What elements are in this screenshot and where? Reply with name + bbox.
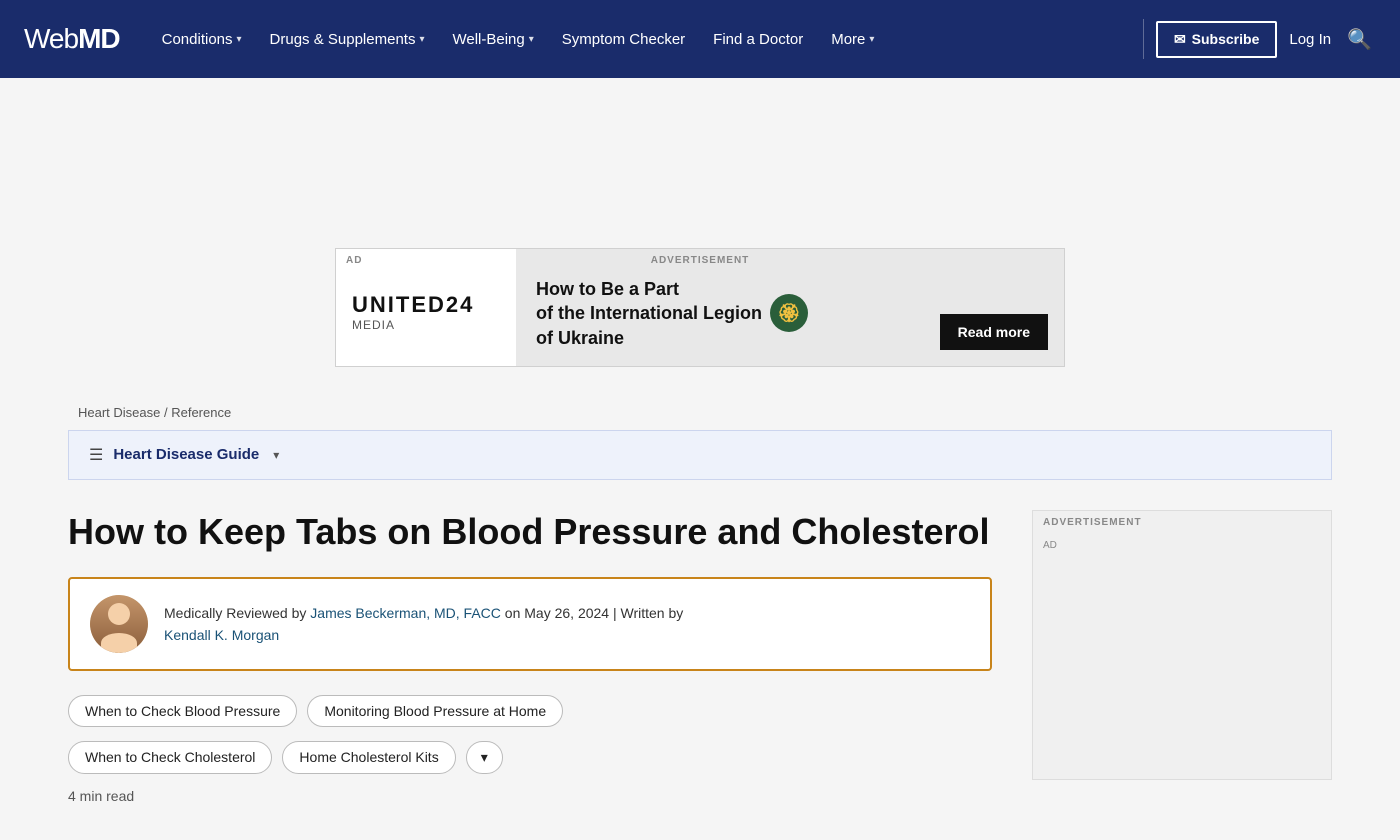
tags-row-2: When to Check Cholesterol Home Cholester… xyxy=(68,741,992,774)
sidebar-advertisement-label: ADVERTISEMENT xyxy=(1033,511,1331,534)
written-by-prefix: | Written by xyxy=(609,605,683,621)
breadcrumb-separator: / xyxy=(160,405,171,420)
breadcrumb-heart-disease[interactable]: Heart Disease xyxy=(78,405,160,420)
tags-row-1: When to Check Blood Pressure Monitoring … xyxy=(68,695,992,727)
read-more-button[interactable]: Read more xyxy=(940,314,1048,350)
reviewer-link[interactable]: James Beckerman, MD, FACC xyxy=(310,605,501,621)
author-box: Medically Reviewed by James Beckerman, M… xyxy=(68,577,992,671)
read-time: 4 min read xyxy=(68,788,992,804)
guide-bar-icon: ☰ xyxy=(89,445,103,465)
subscribe-label: Subscribe xyxy=(1192,31,1260,47)
drugs-chevron-icon: ▾ xyxy=(419,34,424,45)
tag-more-button[interactable]: ▾ xyxy=(466,741,503,774)
nav-find-doctor-label: Find a Doctor xyxy=(713,31,803,48)
sidebar-ad: ADVERTISEMENT AD xyxy=(1032,510,1332,780)
wellbeing-chevron-icon: ▾ xyxy=(529,34,534,45)
nav-more-label: More xyxy=(831,31,865,48)
nav-symptom-checker-label: Symptom Checker xyxy=(562,31,685,48)
ad-logo-line1: UNITED24 xyxy=(352,294,474,316)
nav-divider xyxy=(1143,19,1144,59)
ad-top-space xyxy=(0,78,1400,238)
tag-monitoring[interactable]: Monitoring Blood Pressure at Home xyxy=(307,695,563,727)
guide-bar-label: Heart Disease Guide xyxy=(113,446,259,463)
ad-icon: 🏵 xyxy=(770,294,808,332)
review-date: on May 26, 2024 xyxy=(501,605,609,621)
author-link[interactable]: Kendall K. Morgan xyxy=(164,627,279,643)
nav-drugs[interactable]: Drugs & Supplements ▾ xyxy=(256,0,439,78)
site-logo[interactable]: WebMD xyxy=(24,23,120,55)
avatar-image xyxy=(90,595,148,653)
medical-review-prefix: Medically Reviewed by xyxy=(164,605,310,621)
more-chevron-icon: ▾ xyxy=(869,34,874,45)
content-area: AD ADVERTISEMENT UNITED24 MEDIA How to B… xyxy=(0,78,1400,804)
tag-cholesterol[interactable]: When to Check Cholesterol xyxy=(68,741,272,774)
avatar xyxy=(90,595,148,653)
nav-items: Conditions ▾ Drugs & Supplements ▾ Well-… xyxy=(148,0,1131,78)
advertisement-label: ADVERTISEMENT xyxy=(651,255,750,266)
guide-bar[interactable]: ☰ Heart Disease Guide ▾ xyxy=(68,430,1332,480)
ad-cta-area: Read more xyxy=(924,249,1064,366)
guide-bar-chevron-icon: ▾ xyxy=(273,448,279,462)
author-info: Medically Reviewed by James Beckerman, M… xyxy=(164,602,683,647)
ad-body-text: How to Be a Partof the International Leg… xyxy=(516,249,924,366)
sidebar-column: ADVERTISEMENT AD xyxy=(1032,510,1332,804)
nav-drugs-label: Drugs & Supplements xyxy=(270,31,416,48)
tag-home-kits[interactable]: Home Cholesterol Kits xyxy=(282,741,455,774)
search-icon: 🔍 xyxy=(1347,29,1372,51)
ad-banner: AD ADVERTISEMENT UNITED24 MEDIA How to B… xyxy=(335,248,1065,367)
subscribe-button[interactable]: ✉ Subscribe xyxy=(1156,21,1277,58)
tag-blood-pressure[interactable]: When to Check Blood Pressure xyxy=(68,695,297,727)
login-button[interactable]: Log In xyxy=(1289,31,1331,48)
ad-logo-area: UNITED24 MEDIA xyxy=(336,249,516,366)
logo-web: Web xyxy=(24,23,78,54)
nav-actions: ✉ Subscribe Log In 🔍 xyxy=(1156,21,1376,58)
ad-label: AD xyxy=(346,255,362,266)
sidebar-ad-label-content: AD xyxy=(1033,534,1331,557)
article-title: How to Keep Tabs on Blood Pressure and C… xyxy=(68,510,992,553)
breadcrumb: Heart Disease / Reference xyxy=(0,387,1400,430)
breadcrumb-reference[interactable]: Reference xyxy=(171,405,231,420)
nav-find-doctor[interactable]: Find a Doctor xyxy=(699,0,817,78)
login-label: Log In xyxy=(1289,31,1331,48)
envelope-icon: ✉ xyxy=(1174,31,1186,48)
nav-more[interactable]: More ▾ xyxy=(817,0,888,78)
article-column: How to Keep Tabs on Blood Pressure and C… xyxy=(68,510,992,804)
nav-conditions[interactable]: Conditions ▾ xyxy=(148,0,256,78)
navbar: WebMD Conditions ▾ Drugs & Supplements ▾… xyxy=(0,0,1400,78)
main-layout: How to Keep Tabs on Blood Pressure and C… xyxy=(68,480,1332,804)
ad-logo-line2: MEDIA xyxy=(352,318,395,332)
nav-wellbeing[interactable]: Well-Being ▾ xyxy=(438,0,547,78)
nav-symptom-checker[interactable]: Symptom Checker xyxy=(548,0,699,78)
logo-md: MD xyxy=(78,23,120,54)
nav-wellbeing-label: Well-Being xyxy=(452,31,524,48)
search-button[interactable]: 🔍 xyxy=(1343,23,1376,56)
tag-more-chevron-icon: ▾ xyxy=(481,749,488,766)
ad-banner-wrap: AD ADVERTISEMENT UNITED24 MEDIA How to B… xyxy=(0,238,1400,387)
nav-conditions-label: Conditions xyxy=(162,31,233,48)
ad-body-content: How to Be a Partof the International Leg… xyxy=(536,277,762,350)
conditions-chevron-icon: ▾ xyxy=(237,34,242,45)
